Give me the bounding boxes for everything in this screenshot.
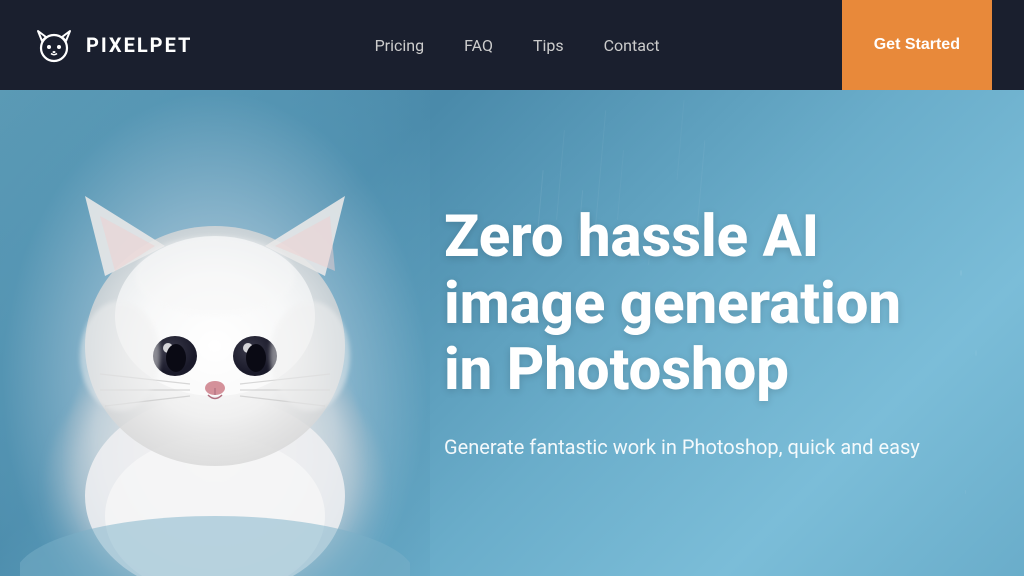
logo[interactable]: PIXELPET	[32, 23, 192, 67]
nav-tips[interactable]: Tips	[533, 36, 564, 55]
hero-title: Zero hassle AI image generation in Photo…	[444, 204, 944, 404]
site-header: PIXELPET Pricing FAQ Tips Contact Get St…	[0, 0, 1024, 90]
hero-section: Zero hassle AI image generation in Photo…	[0, 90, 1024, 576]
nav-pricing[interactable]: Pricing	[375, 36, 425, 55]
nav-contact[interactable]: Contact	[604, 36, 660, 55]
get-started-button[interactable]: Get Started	[842, 0, 992, 90]
hero-subtitle: Generate fantastic work in Photoshop, qu…	[444, 432, 944, 462]
logo-icon	[32, 23, 76, 67]
main-nav: Pricing FAQ Tips Contact	[375, 36, 660, 55]
hero-content: Zero hassle AI image generation in Photo…	[404, 90, 1024, 576]
cat-illustration	[20, 116, 410, 576]
logo-label: PIXELPET	[86, 33, 192, 57]
cat-image-area	[0, 90, 430, 576]
nav-faq[interactable]: FAQ	[464, 36, 493, 55]
